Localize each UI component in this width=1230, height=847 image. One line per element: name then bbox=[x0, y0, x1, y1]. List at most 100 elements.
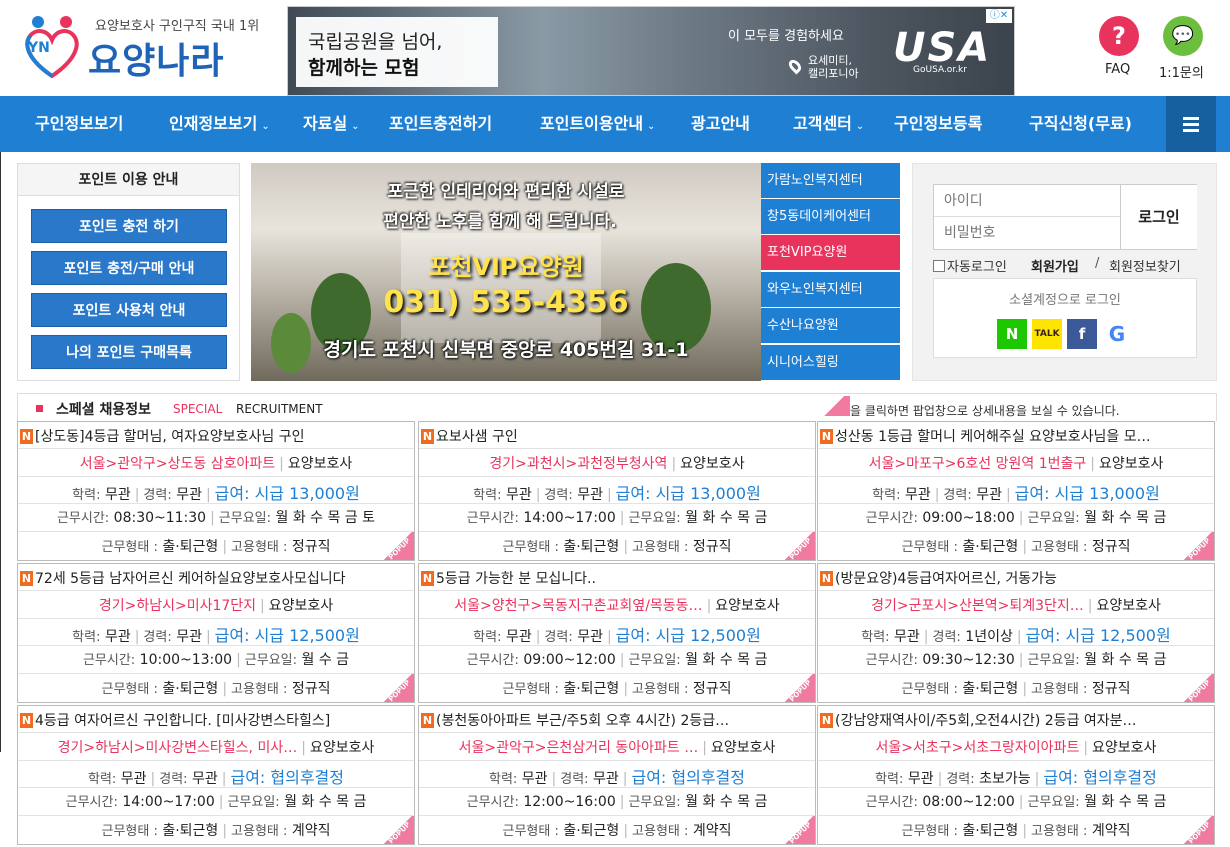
hamburger-menu-icon[interactable] bbox=[1166, 96, 1216, 152]
kakao-icon[interactable]: TALK bbox=[1032, 319, 1062, 349]
job-emptype: 정규직 bbox=[1091, 539, 1131, 555]
job-card[interactable]: N (방문요양)4등급여자어르신, 거동가능 경기>군포시>산본역>퇴계3단지… | 요… bbox=[817, 563, 1215, 703]
logo-heart-icon[interactable]: YN bbox=[22, 14, 82, 80]
inquiry-link[interactable]: 1:1문의 bbox=[1159, 62, 1204, 81]
ad-choices-icon[interactable]: ⓘ✕ bbox=[986, 9, 1012, 23]
facebook-icon[interactable]: f bbox=[1067, 319, 1097, 349]
job-title[interactable]: N (봉천동아아파트 부근/주5회 오후 4시간) 2등급… bbox=[421, 710, 801, 730]
nav-item-point-guide[interactable]: 포인트이용안내 ⌄ bbox=[540, 96, 655, 152]
facility-item[interactable]: 창5동데이케어센터 bbox=[761, 199, 900, 234]
job-location: 서울>마포구>6호선 망원역 1번출구 bbox=[868, 456, 1087, 472]
job-title[interactable]: N 5등급 가능한 분 모십니다.. bbox=[421, 568, 801, 588]
job-title[interactable]: N 4등급 여자어르신 구인합니다. [미사강변스타힐스] bbox=[20, 710, 400, 730]
popup-icon[interactable]: POPUP bbox=[382, 532, 414, 560]
facility-item-active[interactable]: 포천VIP요양원 bbox=[761, 235, 900, 270]
job-worktype: 출·퇴근형 bbox=[162, 539, 219, 555]
job-card[interactable]: N [상도동]4등급 할머님, 여자요양보호사님 구인 서울>관악구>상도동 삼호아… bbox=[17, 421, 415, 561]
new-badge-icon: N bbox=[820, 571, 833, 586]
faq-link[interactable]: FAQ bbox=[1105, 62, 1130, 77]
job-location-row: 경기>하남시>미사강변스타힐스, 미사… | 요양보호사 bbox=[57, 740, 375, 756]
job-title[interactable]: N (방문요양)4등급여자어르신, 거동가능 bbox=[820, 568, 1200, 588]
popup-icon[interactable]: POPUP bbox=[1182, 674, 1214, 702]
job-req-row: 학력: 무관 | 경력: 무관 | 급여: 협의후결정 bbox=[87, 768, 345, 787]
job-card[interactable]: N (봉천동아아파트 부근/주5회 오후 4시간) 2등급… 서울>관악구>은천삼거… bbox=[418, 705, 816, 845]
top-ad-banner[interactable]: 국립공원을 넘어, 함께하는 모험 이 모두를 경험하세요 요세미티, 캘리포니… bbox=[287, 6, 1015, 96]
facility-item[interactable]: 가람노인복지센터 bbox=[761, 163, 900, 198]
job-hours: 09:30~12:30 bbox=[922, 652, 1015, 668]
facility-item[interactable]: 수산나요양원 bbox=[761, 308, 900, 343]
divider bbox=[18, 476, 414, 477]
nav-item-point-charge[interactable]: 포인트충전하기 bbox=[389, 96, 492, 152]
divider bbox=[818, 618, 1214, 619]
popup-icon[interactable]: POPUP bbox=[1182, 532, 1214, 560]
banner-line2: 편안한 노후를 함께 해 드립니다. bbox=[383, 212, 617, 232]
job-education: 무관 bbox=[904, 487, 931, 503]
facility-item[interactable]: 시니어스힐링 bbox=[761, 345, 900, 380]
job-education: 무관 bbox=[505, 629, 532, 645]
id-input[interactable] bbox=[934, 185, 1120, 217]
login-button[interactable]: 로그인 bbox=[1120, 185, 1197, 249]
job-title[interactable]: N 72세 5등급 남자어르신 케어하실요양보호사모십니다 bbox=[20, 568, 400, 588]
nav-item-post-job[interactable]: 구인정보등록 bbox=[894, 96, 982, 152]
faq-question-icon[interactable]: ? bbox=[1099, 16, 1139, 56]
job-worktype: 출·퇴근형 bbox=[962, 539, 1019, 555]
job-education: 무관 bbox=[521, 771, 548, 787]
password-input[interactable] bbox=[934, 217, 1120, 249]
popup-icon[interactable]: POPUP bbox=[783, 532, 815, 560]
ad-line2: 함께하는 모험 bbox=[308, 57, 420, 79]
special-title: 스페셜 채용정보 bbox=[56, 402, 152, 418]
point-charge-button[interactable]: 포인트 충전 하기 bbox=[31, 209, 227, 243]
bullet-square-icon bbox=[36, 405, 43, 412]
popup-icon[interactable]: POPUP bbox=[783, 674, 815, 702]
job-type-row: 근무형태 : 출·퇴근형 | 고용형태 : 정규직 bbox=[101, 681, 331, 697]
naver-icon[interactable]: N bbox=[997, 319, 1027, 349]
job-pay: 급여: 협의후결정 bbox=[1043, 768, 1157, 787]
job-title[interactable]: N (강남양재역사이/주5회,오전4시간) 2등급 여자분… bbox=[820, 710, 1200, 730]
divider bbox=[419, 476, 815, 477]
job-card[interactable]: N (강남양재역사이/주5회,오전4시간) 2등급 여자분… 서울>서초구>서초그랑… bbox=[817, 705, 1215, 845]
nav-item-job-listings[interactable]: 구인정보보기 bbox=[35, 96, 123, 152]
job-card[interactable]: N 성산동 1등급 할머니 케어해주실 요양보호사님을 모… 서울>마포구>6호선 … bbox=[817, 421, 1215, 561]
chat-bubble-icon[interactable]: 💬 bbox=[1163, 16, 1203, 56]
nav-item-library[interactable]: 자료실 ⌄ bbox=[303, 96, 360, 152]
point-guide-panel: 포인트 이용 안내 포인트 충전 하기 포인트 충전/구매 안내 포인트 사용처… bbox=[17, 163, 240, 381]
job-card[interactable]: N 72세 5등급 남자어르신 케어하실요양보호사모십니다경기>하남시>미사17단… bbox=[17, 563, 415, 703]
join-link[interactable]: 회원가입 bbox=[1031, 256, 1079, 275]
nav-item-talent[interactable]: 인재정보보기 ⌄ bbox=[169, 96, 270, 152]
point-purchase-guide-button[interactable]: 포인트 충전/구매 안내 bbox=[31, 251, 227, 285]
job-career: 무관 bbox=[577, 487, 603, 503]
logo-text[interactable]: 요양나라 bbox=[88, 32, 224, 84]
job-location-row: 경기>하남시>미사17단지 | 요양보호사 bbox=[98, 598, 334, 614]
divider bbox=[419, 645, 815, 646]
popup-icon[interactable]: POPUP bbox=[382, 674, 414, 702]
nav-item-customer-center[interactable]: 고객센터 ⌄ bbox=[793, 96, 864, 152]
my-point-history-button[interactable]: 나의 포인트 구매목록 bbox=[31, 335, 227, 369]
job-pay: 급여: 시급 13,000원 bbox=[1014, 484, 1160, 503]
facility-list: 가람노인복지센터 창5동데이케어센터 포천VIP요양원 와우노인복지센터 수산나… bbox=[761, 163, 900, 381]
social-login-label: 소셜계정으로 로그인 bbox=[1009, 293, 1121, 308]
find-account-link[interactable]: 회원정보찾기 bbox=[1109, 256, 1181, 275]
auto-login-checkbox[interactable]: 자동로그인 bbox=[933, 256, 1007, 275]
chevron-down-icon: ⌄ bbox=[855, 121, 865, 132]
facility-banner[interactable]: 포근한 인테리어와 편리한 시설로 편안한 노후를 함께 해 드립니다. 포천V… bbox=[251, 163, 761, 381]
job-card[interactable]: N 5등급 가능한 분 모십니다.. 서울>양천구>목동지구촌교회옆/목동동… | 요양… bbox=[418, 563, 816, 703]
job-pay: 급여: 시급 12,500원 bbox=[1025, 626, 1171, 645]
job-title[interactable]: N [상도동]4등급 할머님, 여자요양보호사님 구인 bbox=[20, 426, 400, 446]
nav-item-apply[interactable]: 구직신청(무료) bbox=[1029, 96, 1132, 152]
popup-icon[interactable]: POPUP bbox=[783, 816, 815, 844]
banner-address: 경기도 포천시 신북면 중앙로 405번길 31-1 bbox=[323, 339, 689, 361]
popup-icon[interactable]: POPUP bbox=[382, 816, 414, 844]
job-career: 무관 bbox=[192, 771, 218, 787]
job-card[interactable]: N 4등급 여자어르신 구인합니다. [미사강변스타힐스] 경기>하남시>미사강변스… bbox=[17, 705, 415, 845]
job-title[interactable]: N 성산동 1등급 할머니 케어해주실 요양보호사님을 모… bbox=[820, 426, 1200, 446]
nav-item-ad-info[interactable]: 광고안내 bbox=[691, 96, 750, 152]
point-usage-guide-button[interactable]: 포인트 사용처 안내 bbox=[31, 293, 227, 327]
job-req-row: 학력: 무관 | 경력: 무관 | 급여: 시급 12,500원 bbox=[72, 626, 360, 645]
facility-item[interactable]: 와우노인복지센터 bbox=[761, 272, 900, 307]
job-card[interactable]: N 요보사샘 구인 경기>과천시>과천정부청사역 | 요양보호사 학력: 무관 | 경력: 무… bbox=[418, 421, 816, 561]
google-icon[interactable]: G bbox=[1102, 319, 1132, 349]
job-title[interactable]: N 요보사샘 구인 bbox=[421, 426, 801, 446]
divider bbox=[18, 590, 414, 591]
popup-icon[interactable]: POPUP bbox=[1182, 816, 1214, 844]
job-career: 무관 bbox=[976, 487, 1002, 503]
